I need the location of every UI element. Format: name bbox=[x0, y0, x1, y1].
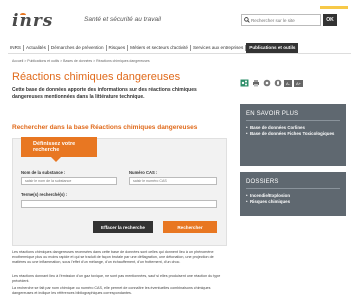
font-decrease-button[interactable]: A- bbox=[284, 79, 292, 87]
site-search bbox=[241, 14, 321, 26]
cas-label: Numéro CAS : bbox=[129, 170, 158, 175]
site-tagline: Santé et sécurité au travail bbox=[84, 16, 161, 23]
form-tab-pointer bbox=[51, 157, 61, 162]
dossiers-list: • Incendie/Explosion • Risques chimiques bbox=[246, 193, 290, 204]
clear-search-button[interactable]: Effacer la recherche bbox=[93, 221, 153, 233]
page-tools: A- A+ bbox=[236, 76, 342, 90]
dossiers-heading: DOSSIERS bbox=[246, 179, 279, 185]
en-savoir-plus-heading: EN SAVOIR PLUS bbox=[246, 111, 299, 117]
logo-text: inrs bbox=[12, 11, 54, 31]
intro-text: Cette base de données apporte des inform… bbox=[12, 87, 197, 100]
nav-item-demarches[interactable]: Démarches de prévention bbox=[49, 45, 107, 51]
nav-item-inrs[interactable]: INRS bbox=[8, 45, 24, 51]
email-icon[interactable] bbox=[262, 79, 271, 88]
page: inrs Santé et sécurité au travail OK INR… bbox=[8, 6, 351, 297]
keywords-label: Terme(s) recherché(s) : bbox=[21, 192, 68, 197]
en-savoir-plus-box: EN SAVOIR PLUS • Base de données Corlines… bbox=[240, 104, 346, 166]
nav-item-metiers[interactable]: Métiers et secteurs d'activité bbox=[128, 45, 191, 51]
list-item[interactable]: • Base de données Fiches Toxicologiques bbox=[246, 131, 334, 137]
substance-label: Nom de la substance : bbox=[21, 170, 66, 175]
form-tab: Définissez votre recherche bbox=[21, 137, 97, 157]
search-submit-button[interactable]: OK bbox=[323, 14, 337, 26]
search-form: Définissez votre recherche Nom de la sub… bbox=[12, 137, 227, 246]
en-savoir-plus-list: • Base de données Corlines • Base de donné… bbox=[246, 125, 334, 136]
cas-input[interactable] bbox=[129, 177, 217, 185]
bookmark-icon[interactable] bbox=[273, 79, 282, 88]
body-paragraph-3: La recherche se fait par nom chimique ou… bbox=[12, 286, 211, 295]
nav-item-risques[interactable]: Risques bbox=[107, 45, 129, 51]
breadcrumb[interactable]: Accueil > Publications et outils > Bases… bbox=[12, 59, 150, 63]
keywords-input[interactable] bbox=[21, 200, 217, 208]
inrs-logo[interactable]: inrs bbox=[12, 11, 53, 31]
search-input[interactable] bbox=[251, 17, 317, 23]
divider bbox=[246, 120, 340, 121]
logo-accent bbox=[20, 13, 26, 17]
list-item[interactable]: • Risques chimiques bbox=[246, 199, 290, 205]
link-fiches-toxicologiques[interactable]: Base de données Fiches Toxicologiques bbox=[250, 131, 334, 137]
site-header: inrs Santé et sécurité au travail OK bbox=[8, 6, 351, 40]
font-increase-button[interactable]: A+ bbox=[294, 79, 304, 87]
link-risques-chimiques[interactable]: Risques chimiques bbox=[250, 199, 290, 205]
dossiers-box: DOSSIERS • Incendie/Explosion • Risques ch… bbox=[240, 172, 346, 216]
substance-input[interactable] bbox=[21, 177, 117, 185]
divider bbox=[246, 188, 340, 189]
nav-item-publications[interactable]: Publications et outils bbox=[246, 43, 299, 53]
page-title: Réactions chimiques dangereuses bbox=[12, 71, 181, 83]
main-nav: INRS Actualités Démarches de prévention … bbox=[8, 43, 351, 54]
nav-item-actualites[interactable]: Actualités bbox=[24, 45, 49, 51]
share-icon[interactable] bbox=[240, 79, 249, 88]
search-icon bbox=[242, 15, 251, 25]
search-button[interactable]: Rechercher bbox=[163, 221, 217, 233]
nav-item-services[interactable]: Services aux entreprises bbox=[191, 45, 247, 51]
search-section-title: Rechercher dans la base Réactions chimiq… bbox=[12, 124, 198, 131]
body-paragraph-1: Les réactions chimiques dangereuses rece… bbox=[12, 250, 214, 264]
print-icon[interactable] bbox=[251, 79, 260, 88]
body-paragraph-2: Les réactions donnant lieu à l'émission … bbox=[12, 274, 221, 283]
